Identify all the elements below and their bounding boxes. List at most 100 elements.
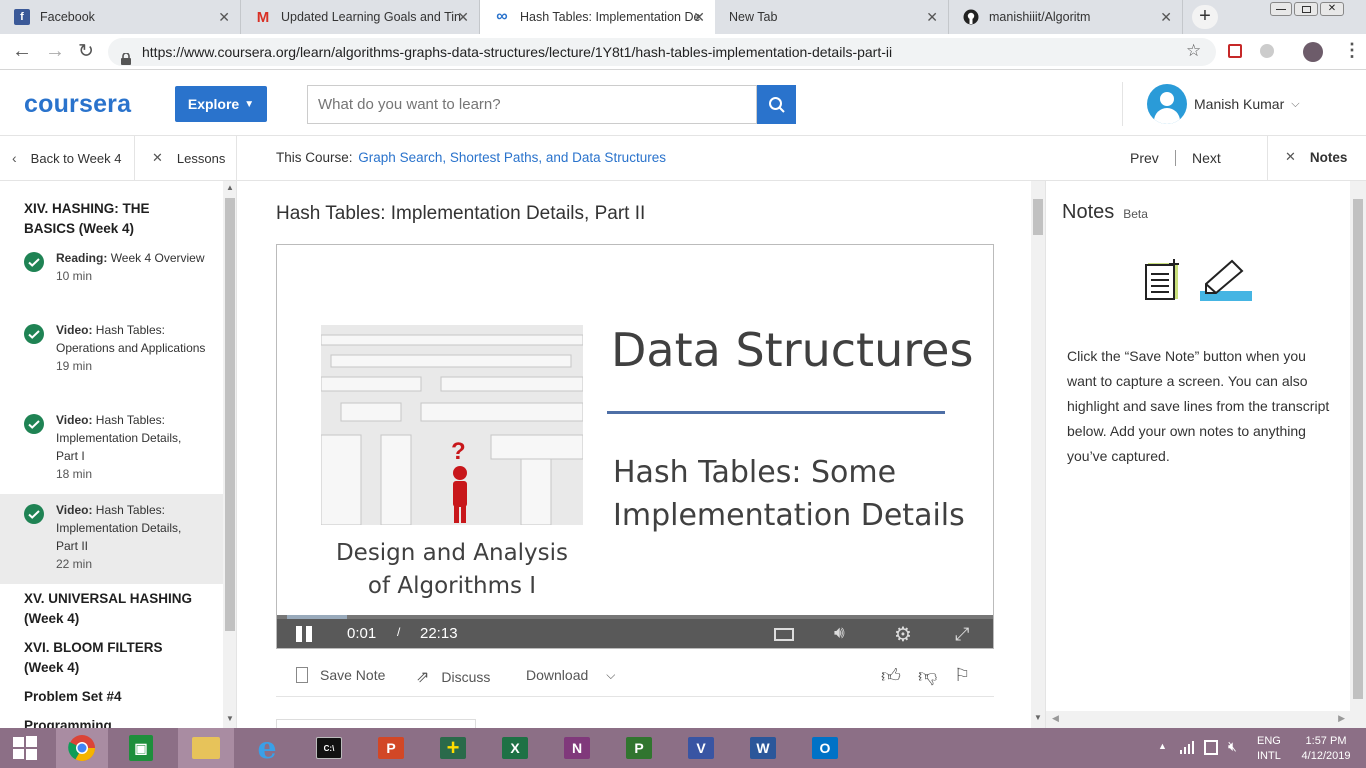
search-button[interactable] bbox=[757, 85, 796, 124]
volume-muted-icon[interactable]: 🔇︎ bbox=[1228, 738, 1237, 755]
scroll-up-icon[interactable]: ▲ bbox=[226, 183, 234, 192]
scroll-down-icon[interactable]: ▼ bbox=[226, 714, 234, 723]
battery-icon[interactable] bbox=[1204, 740, 1218, 755]
lesson-item[interactable]: Video: Hash Tables: Implementation Detai… bbox=[0, 411, 223, 491]
restore-button[interactable] bbox=[1294, 2, 1318, 16]
chrome-taskbar-icon[interactable] bbox=[56, 728, 108, 768]
time-separator: / bbox=[397, 625, 401, 639]
notes-hscrollbar[interactable]: ◀ ▶ bbox=[1046, 711, 1351, 728]
header-divider bbox=[1122, 82, 1123, 126]
file-explorer-taskbar-icon[interactable] bbox=[178, 728, 234, 768]
thumbs-up-icon[interactable]: 👍︎ bbox=[881, 665, 901, 688]
notes-toggle[interactable]: ✕ Notes bbox=[1285, 149, 1347, 165]
minimize-button[interactable] bbox=[1270, 2, 1292, 16]
settings-gear-icon[interactable]: ⚙ bbox=[894, 622, 912, 647]
project-taskbar-icon[interactable]: P bbox=[620, 732, 658, 764]
lesson-item[interactable]: Reading: Week 4 Overview 10 min bbox=[0, 249, 223, 309]
explore-button[interactable]: Explore ▼ bbox=[175, 86, 267, 122]
outlook-taskbar-icon[interactable]: O bbox=[806, 732, 844, 764]
url-field[interactable]: https://www.coursera.org/learn/algorithm… bbox=[108, 38, 1216, 66]
profile-avatar[interactable] bbox=[1303, 42, 1323, 62]
tray-chevron-icon[interactable]: ▲ bbox=[1158, 741, 1167, 751]
video-player[interactable]: ? Data Structures Hash Tables: Some Impl… bbox=[276, 244, 994, 649]
notes-scrollbar[interactable] bbox=[1350, 181, 1366, 728]
discuss-button[interactable]: ⇗ Discuss bbox=[416, 667, 490, 687]
scrollbar-thumb[interactable] bbox=[1353, 199, 1363, 699]
lesson-title: Week 4 Overview bbox=[110, 251, 205, 265]
close-icon[interactable]: ✕ bbox=[218, 9, 230, 26]
excel-taskbar-icon[interactable]: X bbox=[496, 732, 534, 764]
close-icon: ✕ bbox=[152, 150, 163, 165]
tab-coursera[interactable]: ∞ Hash Tables: Implementation De ✕ bbox=[480, 0, 715, 34]
calculator-taskbar-icon[interactable]: + bbox=[434, 732, 472, 764]
network-icon[interactable] bbox=[1180, 740, 1196, 754]
download-button[interactable]: Download ⌵ bbox=[526, 667, 615, 683]
bookmark-star-icon[interactable]: ☆ bbox=[1186, 41, 1201, 61]
back-arrow-icon[interactable]: ← bbox=[12, 40, 32, 63]
section-title[interactable]: XVI. BLOOM FILTERS (Week 4) bbox=[24, 638, 184, 678]
highlighter-icon bbox=[1198, 259, 1254, 308]
lesson-item-active[interactable]: Video: Hash Tables: Implementation Detai… bbox=[0, 494, 223, 584]
onenote-taskbar-icon[interactable]: N bbox=[558, 732, 596, 764]
extension-2-icon[interactable] bbox=[1260, 44, 1274, 58]
internet-explorer-taskbar-icon[interactable]: e bbox=[248, 731, 286, 766]
course-link[interactable]: Graph Search, Shortest Paths, and Data S… bbox=[358, 150, 666, 165]
visio-taskbar-icon[interactable]: V bbox=[682, 732, 720, 764]
main-scrollbar[interactable]: ▼ bbox=[1031, 181, 1045, 728]
windows-start-icon[interactable] bbox=[6, 732, 44, 764]
external-link-icon: ⇗ bbox=[416, 669, 430, 686]
volume-icon[interactable]: 🔊︎ bbox=[834, 623, 845, 643]
thumbs-down-icon[interactable]: 👎︎ bbox=[918, 665, 937, 688]
lesson-item[interactable]: Video: Hash Tables: Operations and Appli… bbox=[0, 321, 223, 401]
tab-gmail[interactable]: M Updated Learning Goals and Tin ✕ bbox=[241, 0, 480, 34]
explore-label: Explore bbox=[187, 96, 240, 112]
coursera-header: coursera Explore ▼ Manish Kumar ⌵ bbox=[0, 70, 1366, 136]
tab-newtab[interactable]: New Tab ✕ bbox=[715, 0, 949, 34]
powerpoint-taskbar-icon[interactable]: P bbox=[372, 732, 410, 764]
clock[interactable]: 1:57 PM 4/12/2019 bbox=[1294, 734, 1358, 764]
menu-dots-icon[interactable]: ⋮ bbox=[1343, 40, 1361, 61]
section-title[interactable]: Problem Set #4 bbox=[24, 687, 122, 707]
sidebar-scrollbar[interactable]: ▲ ▼ bbox=[223, 181, 236, 728]
scrollbar-thumb[interactable] bbox=[225, 198, 235, 631]
prev-link[interactable]: Prev bbox=[1130, 150, 1159, 166]
language-indicator[interactable]: ENG INTL bbox=[1257, 734, 1281, 764]
tab-github[interactable]: manishiiit/Algoritm ✕ bbox=[949, 0, 1183, 34]
section-title[interactable]: Programming bbox=[24, 716, 112, 728]
close-icon[interactable]: ✕ bbox=[693, 9, 705, 26]
flag-icon[interactable]: ⚐ bbox=[954, 665, 970, 686]
close-icon[interactable]: ✕ bbox=[457, 9, 469, 26]
user-name: Manish Kumar bbox=[1194, 96, 1285, 112]
fullscreen-icon[interactable]: ⤢ bbox=[955, 624, 969, 645]
back-to-week-link[interactable]: ‹ Back to Week 4 bbox=[12, 150, 121, 166]
scroll-left-icon[interactable]: ◀ bbox=[1052, 713, 1059, 724]
scroll-right-icon[interactable]: ▶ bbox=[1338, 713, 1345, 724]
tab-title: Facebook bbox=[40, 10, 95, 24]
coursera-logo[interactable]: coursera bbox=[24, 90, 131, 119]
window-close-button[interactable]: ✕ bbox=[1320, 2, 1344, 16]
progress-track[interactable] bbox=[277, 615, 993, 619]
extension-icon[interactable] bbox=[1228, 44, 1242, 58]
new-tab-button[interactable]: + bbox=[1192, 5, 1218, 29]
close-icon[interactable]: ✕ bbox=[1160, 9, 1172, 26]
pause-button[interactable] bbox=[296, 626, 314, 642]
captions-icon[interactable] bbox=[774, 628, 794, 641]
reload-icon[interactable]: ↻ bbox=[78, 40, 94, 63]
search-input[interactable] bbox=[307, 85, 757, 124]
chevron-down-icon: ⌵ bbox=[1291, 97, 1300, 110]
close-icon[interactable]: ✕ bbox=[926, 9, 938, 26]
section-title[interactable]: XIV. HASHING: THE BASICS (Week 4) bbox=[24, 199, 174, 239]
cmd-taskbar-icon[interactable]: C:\ bbox=[310, 732, 348, 764]
scrollbar-thumb[interactable] bbox=[1033, 199, 1043, 235]
store-taskbar-icon[interactable]: ▣ bbox=[122, 732, 160, 764]
forward-arrow-icon[interactable]: → bbox=[45, 40, 65, 63]
word-taskbar-icon[interactable]: W bbox=[744, 732, 782, 764]
divider bbox=[236, 136, 237, 181]
tab-facebook[interactable]: f Facebook ✕ bbox=[0, 0, 241, 34]
next-link[interactable]: Next bbox=[1192, 150, 1221, 166]
lessons-toggle[interactable]: ✕ Lessons bbox=[152, 150, 225, 166]
save-note-button[interactable]: Save Note bbox=[296, 667, 385, 683]
section-title[interactable]: XV. UNIVERSAL HASHING (Week 4) bbox=[24, 589, 214, 629]
scroll-down-icon[interactable]: ▼ bbox=[1034, 713, 1042, 722]
user-menu[interactable]: Manish Kumar ⌵ bbox=[1147, 84, 1300, 124]
